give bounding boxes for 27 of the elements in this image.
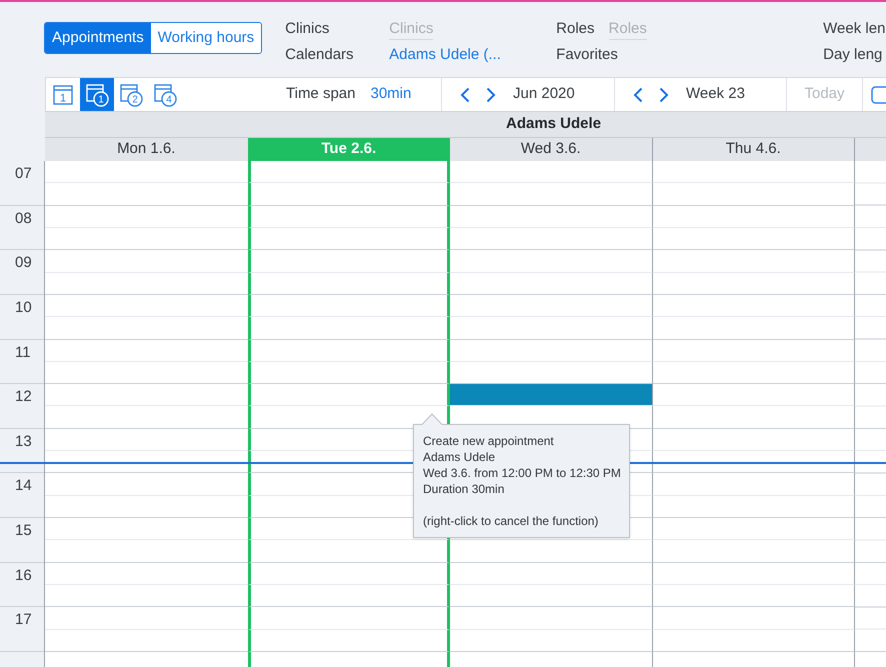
month-label: Jun 2020 (513, 84, 575, 104)
hour-label: 10 (15, 298, 32, 316)
tooltip-duration: Duration 30min (423, 481, 504, 497)
filter-label: Favorites (556, 44, 618, 65)
hour-label: 17 (15, 611, 32, 628)
filter-label: Week len (823, 18, 886, 39)
hour-label: 08 (15, 210, 32, 227)
hour-label: 09 (15, 254, 32, 272)
tooltip-title: Create new appointment (423, 433, 554, 449)
calendar-icon: 1 (51, 82, 75, 106)
hour-label: 14 (15, 477, 32, 494)
hour-label: 15 (15, 522, 32, 539)
tooltip-time: Wed 3.6. from 12:00 PM to 12:30 PM (423, 465, 621, 481)
resource-header: Adams Udele (45, 111, 886, 137)
filter-label: Day leng (823, 44, 882, 65)
hour-label: 16 (15, 566, 32, 584)
filter-label: Roles (556, 18, 595, 39)
week-label: Week 23 (686, 84, 745, 104)
filter-label: Clinics (285, 18, 330, 39)
filter-label: Calendars (285, 44, 355, 65)
tooltip-hint: (right-click to cancel the function) (423, 513, 598, 529)
time-span-label: Time span (286, 84, 356, 104)
tooltip-resource: Adams Udele (423, 449, 496, 465)
hour-label: 13 (15, 432, 32, 450)
hour-label: 07 (15, 165, 32, 182)
hour-label: 12 (15, 388, 32, 406)
hour-label: 11 (15, 344, 31, 360)
